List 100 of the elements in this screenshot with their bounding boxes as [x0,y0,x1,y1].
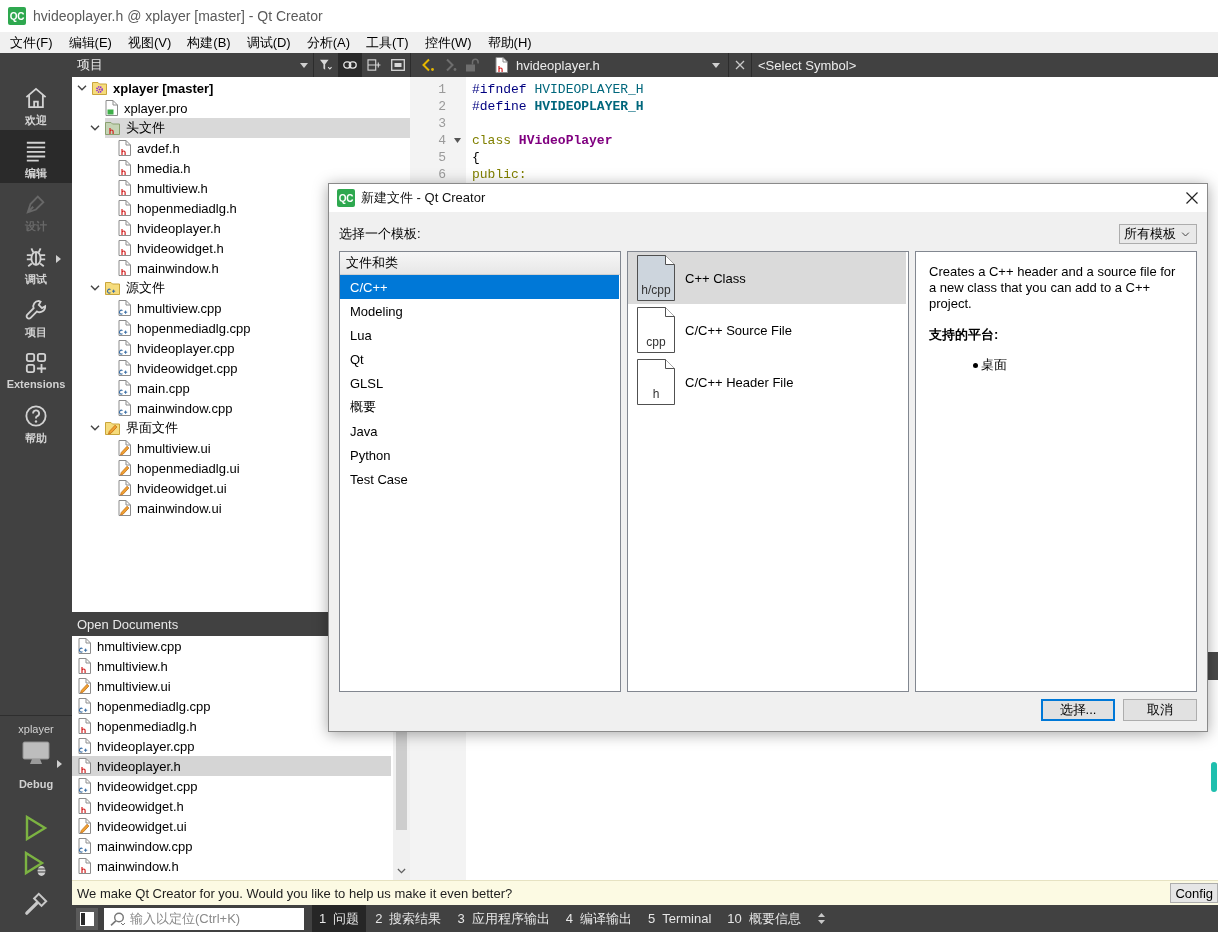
document-item[interactable]: hmultiview.ui [72,676,175,696]
category-item[interactable]: GLSL [340,371,619,395]
tree-item[interactable]: hvideowidget.h [118,238,228,258]
play-bug-icon[interactable] [24,851,48,877]
chevron-down-icon[interactable] [90,425,100,431]
category-item[interactable]: Lua [340,323,619,347]
tree-item[interactable]: xplayer [master] [92,78,218,98]
search-field[interactable]: 输入以定位(Ctrl+K) [104,907,304,930]
close-icon[interactable] [1186,192,1198,204]
document-item[interactable]: hmultiview.cpp [72,636,186,656]
document-item[interactable]: hvideowidget.cpp [72,776,202,796]
cpp-file-icon [78,738,91,754]
dialog-button[interactable]: 选择... [1041,699,1115,721]
link-icon[interactable] [338,53,362,77]
document-item[interactable]: hvideowidget.h [72,796,188,816]
tree-item[interactable]: 界面文件 [105,418,182,438]
document-item[interactable]: hvideoplayer.h [72,756,391,776]
mode-button[interactable]: 项目 [0,289,72,342]
mode-button[interactable]: 帮助 [0,395,72,448]
chevron-down-icon[interactable] [397,868,406,874]
document-item[interactable]: hopenmediadlg.cpp [72,696,215,716]
output-tab[interactable]: 1 问题 [312,905,367,932]
tree-item[interactable]: hopenmediadlg.ui [118,458,244,478]
sidebar-toggle-icon[interactable] [76,907,98,930]
tree-item[interactable]: hmultiview.cpp [118,298,226,318]
tree-item[interactable]: hopenmediadlg.cpp [118,318,255,338]
config-button[interactable]: Config [1170,883,1218,903]
document-item[interactable]: hopenmediadlg.h [72,716,201,736]
category-item[interactable]: Java [340,419,619,443]
menu-item[interactable]: 调试(D) [238,32,299,53]
dialog-button[interactable]: 取消 [1123,699,1197,721]
gear-folder-icon [92,80,107,96]
chevron-down-icon[interactable] [77,85,87,91]
play-icon[interactable] [24,815,48,841]
menu-item[interactable]: 帮助(H) [479,32,540,53]
pencil-file-icon [78,678,91,694]
tree-item[interactable]: hvideowidget.ui [118,478,231,498]
document-item[interactable]: mainwindow.h [72,856,183,876]
header-file-icon [78,858,91,874]
tree-item[interactable]: main.cpp [118,378,194,398]
menu-item[interactable]: 工具(T) [358,32,417,53]
menu-item[interactable]: 分析(A) [298,32,359,53]
category-item[interactable]: Python [340,443,619,467]
category-item[interactable]: Qt [340,347,619,371]
category-item[interactable]: Test Case [340,467,619,491]
cpp-file-icon [118,320,131,336]
dropdown-caret-icon [300,62,308,68]
chevron-down-icon[interactable] [90,285,100,291]
mode-button[interactable]: 欢迎 [0,77,72,130]
up-down-arrows-icon[interactable] [817,913,825,924]
template-item[interactable]: cpp C/C++ Source File [628,304,906,356]
tree-item[interactable]: avdef.h [118,138,184,158]
document-item[interactable]: mainwindow.cpp [72,836,197,856]
menu-item[interactable]: 构建(B) [179,32,239,53]
mode-button[interactable]: 编辑 [0,130,72,183]
mode-button[interactable]: 调试 [0,236,72,289]
wrench-icon [25,299,47,321]
category-item[interactable]: 概要 [340,395,619,419]
output-tab[interactable]: 10 概要信息 [720,905,808,932]
tree-item[interactable]: mainwindow.ui [118,498,226,518]
tree-item[interactable]: hopenmediadlg.h [118,198,241,218]
tree-item[interactable]: mainwindow.cpp [118,398,237,418]
menu-item[interactable]: 文件(F) [2,32,61,53]
template-item[interactable]: h C/C++ Header File [628,356,906,408]
document-item[interactable]: hvideowidget.ui [72,816,191,836]
output-tab[interactable]: 3 应用程序输出 [450,905,557,932]
file-template-icon: h/cpp [637,255,675,301]
category-item[interactable]: Modeling [340,299,619,323]
category-item[interactable]: C/C++ [340,275,619,299]
scrollbar-thumb[interactable] [1208,652,1218,680]
output-tab[interactable]: 5 Terminal [640,905,719,932]
dropdown-caret-icon [712,62,720,68]
menu-item[interactable]: 编辑(E) [60,32,120,53]
menu-item[interactable]: 控件(W) [416,32,480,53]
tree-item[interactable]: hvideowidget.cpp [118,358,242,378]
document-item[interactable]: hvideoplayer.cpp [72,736,199,756]
header-file-icon [118,260,131,276]
grid-plus-icon [25,352,47,374]
chevron-down-icon[interactable] [90,125,100,131]
hammer-icon[interactable] [24,891,48,917]
tree-item[interactable]: 头文件 [105,118,410,138]
output-tab[interactable]: 2 搜索结果 [368,905,449,932]
dialog-title: 新建文件 - Qt Creator [361,189,486,207]
tree-item[interactable]: hvideoplayer.h [118,218,225,238]
template-item[interactable]: h/cpp C++ Class [628,252,906,304]
template-filter-dropdown[interactable]: 所有模板 [1119,224,1197,244]
file-template-icon: h [637,359,675,405]
tree-item[interactable]: hvideoplayer.cpp [118,338,239,358]
platforms-heading: 支持的平台: [929,326,1000,344]
tree-item[interactable]: xplayer.pro [105,98,192,118]
tree-item[interactable]: hmultiview.h [118,178,212,198]
tree-item[interactable]: mainwindow.h [118,258,223,278]
document-item[interactable]: hmultiview.h [72,656,172,676]
output-tab[interactable]: 4 编译输出 [558,905,639,932]
fold-arrow-icon[interactable] [453,138,461,143]
tree-item[interactable]: hmedia.h [118,158,195,178]
tree-item[interactable]: 源文件 [105,278,169,298]
menu-item[interactable]: 视图(V) [119,32,180,53]
mode-button[interactable]: Extensions [0,342,72,395]
tree-item[interactable]: hmultiview.ui [118,438,215,458]
